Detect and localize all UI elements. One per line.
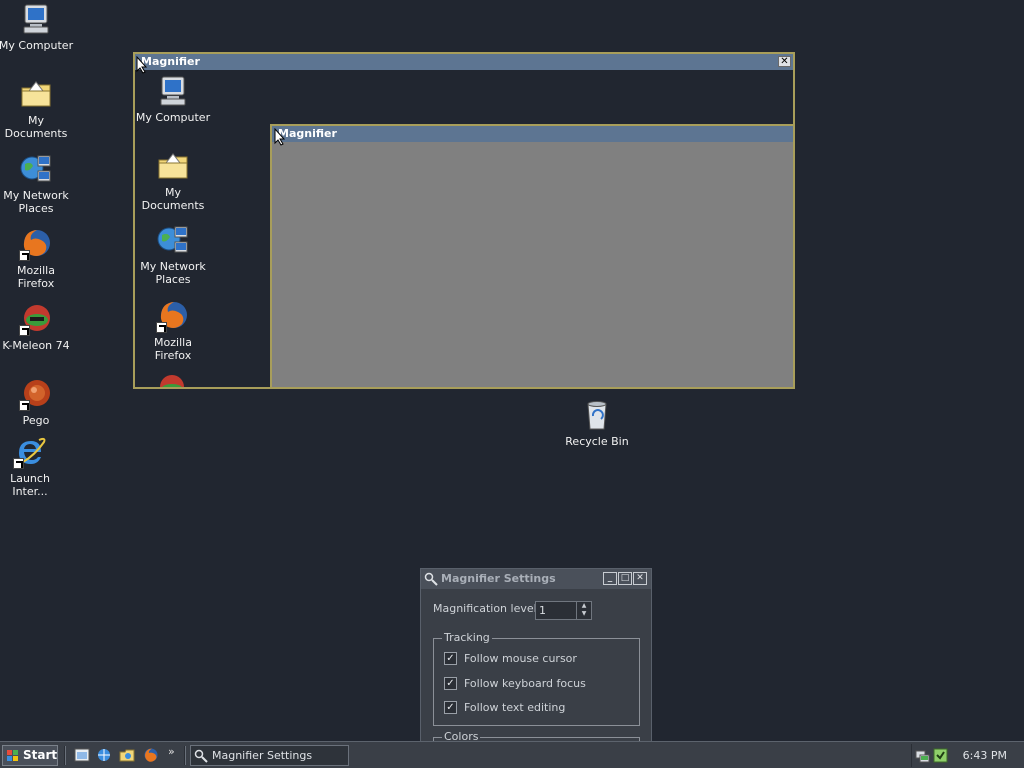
desktop-icon-label: My Network Places [3, 189, 69, 215]
network-places-icon [19, 152, 53, 186]
magnification-level-label: Magnification level: [433, 602, 541, 615]
close-icon[interactable]: ✕ [778, 56, 791, 67]
magnifier-title-bar[interactable]: Magnifier ✕ [135, 54, 793, 70]
desktop-icon-label: My Computer [0, 39, 74, 52]
zoomed-icon-my-computer: My Computer [135, 74, 211, 124]
firefox-icon [156, 299, 190, 333]
mouse-cursor-icon [136, 56, 148, 74]
nested-magnifier-title: Magnifier [278, 127, 337, 140]
launch-browser-icon[interactable] [96, 747, 112, 763]
magnifier-settings-dialog[interactable]: Magnifier Settings _ □ ✕ Magnification l… [420, 568, 652, 743]
zoomed-icon-mozilla-firefox: Mozilla Firefox [135, 299, 211, 362]
desktop-icon-label: My Documents [4, 114, 68, 140]
computer-icon [156, 74, 190, 108]
magnification-level-value[interactable]: 1 [539, 604, 546, 617]
quicklaunch-more-icon[interactable]: » [168, 745, 175, 758]
desktop-icon-pego[interactable]: Pego [0, 377, 74, 427]
taskbar-button-magnifier-settings[interactable]: Magnifier Settings [190, 745, 349, 766]
desktop-icon-k-meleon[interactable]: K-Meleon 74 [0, 302, 74, 352]
magnifier-icon [424, 572, 438, 586]
minimize-button[interactable]: _ [603, 572, 617, 585]
taskbar-separator [64, 746, 66, 765]
magnifier-window[interactable]: Magnifier ✕ My Computer My Documents My … [133, 52, 795, 389]
zoomed-icon-kmeleon-partial [159, 374, 185, 387]
show-desktop-icon[interactable] [74, 747, 90, 763]
magnifier-title: Magnifier [141, 55, 200, 68]
documents-folder-icon [19, 77, 53, 111]
tracking-group-label: Tracking [442, 631, 492, 644]
computer-icon [19, 2, 53, 36]
launch-explorer-icon[interactable] [119, 747, 135, 763]
internet-explorer-icon [13, 435, 47, 469]
nested-magnifier-title-bar: Magnifier [272, 126, 793, 142]
firefox-quicklaunch-icon[interactable] [143, 747, 159, 763]
dialog-title: Magnifier Settings [441, 572, 556, 585]
desktop-icon-label: Mozilla Firefox [17, 264, 55, 290]
pego-icon [19, 377, 53, 411]
desktop-icon-my-network-places[interactable]: My Network Places [0, 152, 74, 215]
taskbar: Start » Magnifier Settings 6:43 PM [0, 741, 1024, 768]
shortcut-arrow-icon [156, 322, 167, 333]
zoomed-icon-my-network-places: My Network Places [135, 223, 211, 286]
follow-text-editing-checkbox[interactable]: ✓ [444, 700, 457, 714]
follow-text-editing-label: Follow text editing [464, 700, 566, 714]
follow-mouse-cursor-checkbox[interactable]: ✓ [444, 651, 457, 665]
close-button[interactable]: ✕ [633, 572, 647, 585]
mouse-cursor-icon [274, 128, 286, 146]
clock[interactable]: 6:43 PM [963, 749, 1007, 762]
taskbar-separator [184, 746, 186, 765]
start-button[interactable]: Start [2, 745, 58, 766]
network-places-icon [156, 223, 190, 257]
shortcut-arrow-icon [13, 458, 24, 469]
shortcut-arrow-icon [19, 250, 30, 261]
zoomed-icon-label: My Network Places [140, 260, 206, 286]
maximize-button[interactable]: □ [618, 572, 632, 585]
zoomed-icon-label: My Computer [135, 111, 211, 124]
shortcut-arrow-icon [19, 400, 30, 411]
zoomed-icon-label: My Documents [141, 186, 205, 212]
documents-folder-icon [156, 149, 190, 183]
zoomed-icon-label: Mozilla Firefox [154, 336, 192, 362]
recycle-bin-icon [580, 398, 614, 432]
windows-flag-icon [7, 750, 18, 761]
follow-keyboard-focus-label: Follow keyboard focus [464, 676, 586, 690]
system-tray: 6:43 PM [911, 744, 1024, 767]
magnifier-icon [194, 749, 208, 763]
shortcut-arrow-icon [19, 325, 30, 336]
kmeleon-icon [19, 302, 53, 336]
start-label: Start [23, 748, 58, 762]
follow-mouse-cursor-label: Follow mouse cursor [464, 651, 577, 665]
desktop-icon-recycle-bin[interactable]: Recycle Bin [559, 398, 635, 448]
spin-up-icon[interactable]: ▲ [577, 602, 591, 610]
security-tray-icon[interactable] [933, 748, 948, 763]
follow-text-editing-option[interactable]: ✓ Follow text editing [444, 700, 565, 714]
spin-down-icon[interactable]: ▼ [577, 610, 591, 618]
taskbar-button-label: Magnifier Settings [212, 749, 313, 762]
follow-keyboard-focus-option[interactable]: ✓ Follow keyboard focus [444, 676, 586, 690]
firefox-icon [19, 227, 53, 261]
desktop-icon-label: Recycle Bin [565, 435, 629, 448]
desktop-icon-my-computer[interactable]: My Computer [0, 2, 74, 52]
follow-mouse-cursor-option[interactable]: ✓ Follow mouse cursor [444, 651, 577, 665]
desktop-icon-label: K-Meleon 74 [2, 339, 70, 352]
network-tray-icon[interactable] [915, 748, 930, 763]
desktop-icon-mozilla-firefox[interactable]: Mozilla Firefox [0, 227, 74, 290]
desktop-icon-label: Launch Inter... [10, 472, 50, 498]
desktop-icon-my-documents[interactable]: My Documents [0, 77, 74, 140]
follow-keyboard-focus-checkbox[interactable]: ✓ [444, 676, 457, 690]
magnifier-nested-view: Magnifier [270, 124, 793, 387]
dialog-title-bar[interactable]: Magnifier Settings _ □ ✕ [421, 569, 651, 589]
desktop-icon-label: Pego [22, 414, 50, 427]
magnification-level-spinner[interactable]: 1 ▲ ▼ [535, 601, 592, 620]
desktop-icon-launch-internet-explorer[interactable]: Launch Inter... [0, 435, 68, 498]
tracking-group: Tracking ✓ Follow mouse cursor ✓ Follow … [433, 631, 640, 726]
zoomed-icon-my-documents: My Documents [135, 149, 211, 212]
